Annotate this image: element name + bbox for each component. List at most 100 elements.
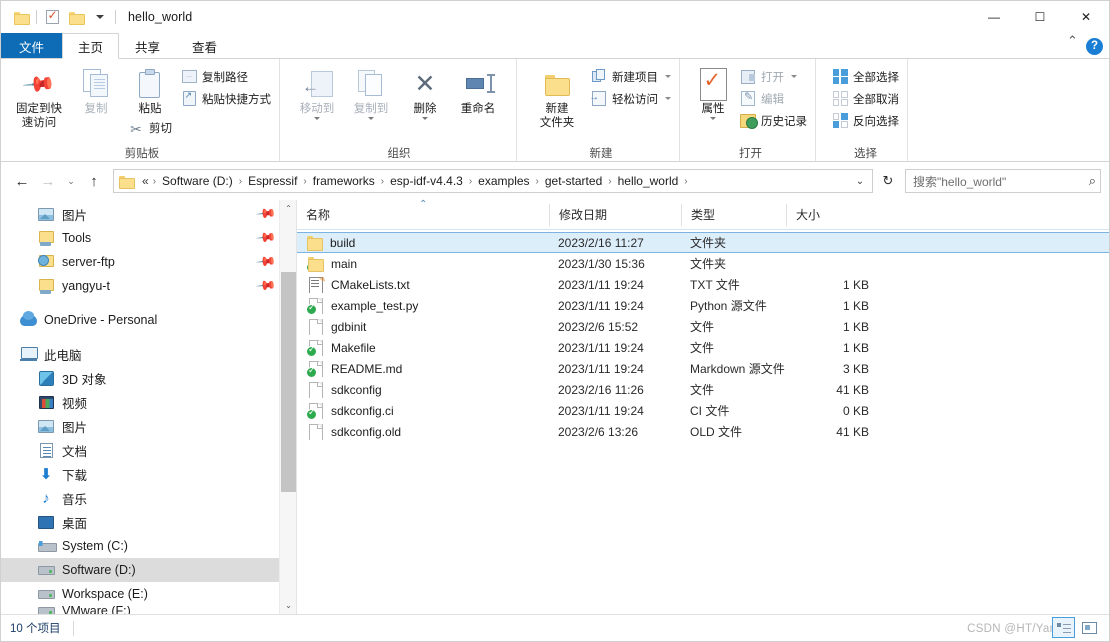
table-row[interactable]: sdkconfig 2023/2/16 11:26 文件 41 KB [297, 379, 1109, 400]
chevron-up-icon[interactable] [1067, 33, 1078, 51]
select-none-button[interactable]: 全部取消 [828, 88, 903, 109]
breadcrumb-item-1[interactable]: Espressif [244, 172, 301, 190]
chevron-down-icon[interactable] [314, 117, 320, 120]
recent-locations-button[interactable]: ⌄ [61, 168, 81, 194]
column-header-name[interactable]: 名称 ⌃ [297, 199, 549, 226]
copy-button[interactable]: 复制 [69, 62, 123, 134]
sidebar-item-pictures-quick[interactable]: 图片 📌 [1, 202, 296, 226]
paste-shortcut-button[interactable]: 粘贴快捷方式 [177, 88, 275, 109]
maximize-button[interactable]: ☐ [1017, 1, 1063, 33]
table-row[interactable]: gdbinit 2023/2/6 15:52 文件 1 KB [297, 316, 1109, 337]
qat-new-folder-button[interactable] [64, 6, 88, 28]
breadcrumb-item-4[interactable]: examples [474, 172, 533, 190]
open-button[interactable]: 打开 [736, 66, 811, 87]
chevron-up-icon[interactable]: ⌃ [280, 200, 296, 217]
up-button[interactable]: ↑ [81, 168, 107, 194]
qat-folder-button[interactable] [9, 6, 33, 28]
chevron-down-icon[interactable] [665, 75, 671, 78]
search-magnifier-icon[interactable]: ⌕ [1089, 173, 1096, 189]
column-header-date[interactable]: 修改日期 [549, 203, 681, 226]
copy-path-button[interactable]: ··· 复制路径 [177, 66, 275, 87]
chevron-right-icon[interactable]: › [534, 176, 541, 187]
sidebar-item-tools[interactable]: Tools 📌 [1, 226, 296, 250]
breadcrumb-item-0[interactable]: Software (D:) [158, 172, 237, 190]
chevron-down-icon[interactable]: ⌄ [850, 170, 870, 192]
sidebar-item-desktop[interactable]: 桌面 [1, 510, 296, 534]
chevron-right-icon[interactable]: › [606, 176, 613, 187]
breadcrumb-item-6[interactable]: hello_world [614, 172, 683, 190]
tab-file[interactable]: 文件 [1, 33, 63, 59]
refresh-button[interactable]: ↻ [875, 169, 901, 193]
chevron-down-icon[interactable]: ⌄ [280, 597, 296, 614]
sidebar-item-yangyu-t[interactable]: yangyu-t 📌 [1, 274, 296, 298]
column-header-size[interactable]: 大小 [786, 203, 882, 226]
help-question-icon[interactable]: ? [1086, 37, 1103, 55]
chevron-down-icon[interactable] [665, 97, 671, 100]
chevron-down-icon[interactable] [791, 75, 797, 78]
chevron-down-icon[interactable] [368, 117, 374, 120]
sidebar-item-vmware-f[interactable]: VMware (F:) [1, 606, 296, 614]
pin-icon[interactable]: 📌 [255, 203, 277, 226]
chevron-down-icon[interactable] [710, 117, 716, 120]
table-row[interactable]: README.md 2023/1/11 19:24 Markdown 源文件 3… [297, 358, 1109, 379]
rename-button[interactable]: 重命名 [448, 62, 508, 134]
details-view-button[interactable] [1052, 617, 1075, 638]
column-header-type[interactable]: 类型 [681, 203, 786, 226]
tab-view[interactable]: 查看 [176, 33, 233, 59]
paste-button[interactable]: 粘贴 ✂ 剪切 [123, 62, 177, 139]
tab-share[interactable]: 共享 [119, 33, 176, 59]
pin-icon[interactable]: 📌 [255, 227, 277, 250]
sidebar-scrollbar[interactable]: ⌃ ⌄ [279, 200, 296, 614]
qat-properties-button[interactable] [40, 6, 64, 28]
sidebar-item-videos[interactable]: 视频 [1, 390, 296, 414]
table-row[interactable]: ✎ CMakeLists.txt 2023/1/11 19:24 TXT 文件 … [297, 274, 1109, 295]
table-row[interactable]: Makefile 2023/1/11 19:24 文件 1 KB [297, 337, 1109, 358]
breadcrumb-item-2[interactable]: frameworks [309, 172, 379, 190]
close-button[interactable]: ✕ [1063, 1, 1109, 33]
minimize-button[interactable]: — [971, 1, 1017, 33]
sidebar-item-documents[interactable]: 文档 [1, 438, 296, 462]
sidebar-item-downloads[interactable]: ⬇ 下载 [1, 462, 296, 486]
table-row[interactable]: main 2023/1/30 15:36 文件夹 [297, 253, 1109, 274]
large-icons-view-button[interactable] [1078, 617, 1101, 638]
easy-access-button[interactable]: 轻松访问 [587, 88, 675, 109]
cut-button[interactable]: ✂ 剪切 [128, 118, 172, 139]
chevron-right-icon[interactable]: › [682, 176, 689, 187]
search-input[interactable]: 搜索"hello_world" ⌕ [905, 169, 1101, 193]
sidebar-item-onedrive[interactable]: OneDrive - Personal [1, 308, 296, 332]
move-to-button[interactable]: ← 移动到 [290, 62, 344, 134]
sidebar-item-this-pc[interactable]: 此电脑 [1, 342, 296, 366]
qat-customize-button[interactable] [88, 6, 112, 28]
table-row[interactable]: sdkconfig.ci 2023/1/11 19:24 CI 文件 0 KB [297, 400, 1109, 421]
sidebar-item-3d-objects[interactable]: 3D 对象 [1, 366, 296, 390]
pin-icon[interactable]: 📌 [255, 251, 277, 274]
forward-button[interactable]: → [35, 168, 61, 194]
sidebar-item-server-ftp[interactable]: server-ftp 📌 [1, 250, 296, 274]
breadcrumb-item-5[interactable]: get-started [541, 172, 606, 190]
breadcrumb-bar[interactable]: « › Software (D:) › Espressif › framewor… [113, 169, 873, 193]
table-row[interactable]: build 2023/2/16 11:27 文件夹 [297, 232, 1109, 253]
chevron-down-icon[interactable] [422, 117, 428, 120]
chevron-right-icon[interactable]: › [301, 176, 308, 187]
new-folder-button[interactable]: 新建 文件夹 [527, 62, 587, 134]
table-row[interactable]: sdkconfig.old 2023/2/6 13:26 OLD 文件 41 K… [297, 421, 1109, 442]
breadcrumb-item-3[interactable]: esp-idf-v4.4.3 [386, 172, 467, 190]
sidebar-item-music[interactable]: ♪ 音乐 [1, 486, 296, 510]
invert-selection-button[interactable]: 反向选择 [828, 110, 903, 131]
properties-button[interactable]: 属性 [690, 62, 736, 134]
sidebar-item-software-d[interactable]: Software (D:) [1, 558, 296, 582]
chevron-right-icon[interactable]: › [467, 176, 474, 187]
copy-to-button[interactable]: 复制到 [344, 62, 398, 134]
pin-icon[interactable]: 📌 [255, 275, 277, 298]
sidebar-item-workspace-e[interactable]: Workspace (E:) [1, 582, 296, 606]
sidebar-item-system-c[interactable]: System (C:) [1, 534, 296, 558]
new-item-button[interactable]: 新建项目 [587, 66, 675, 87]
edit-button[interactable]: 编辑 [736, 88, 811, 109]
delete-button[interactable]: ✕ 删除 [402, 62, 448, 134]
back-button[interactable]: ← [9, 168, 35, 194]
select-all-button[interactable]: 全部选择 [828, 66, 903, 87]
scrollbar-thumb[interactable] [281, 272, 296, 492]
chevron-right-icon[interactable]: › [237, 176, 244, 187]
history-button[interactable]: 历史记录 [736, 110, 811, 131]
chevron-right-icon[interactable]: › [379, 176, 386, 187]
